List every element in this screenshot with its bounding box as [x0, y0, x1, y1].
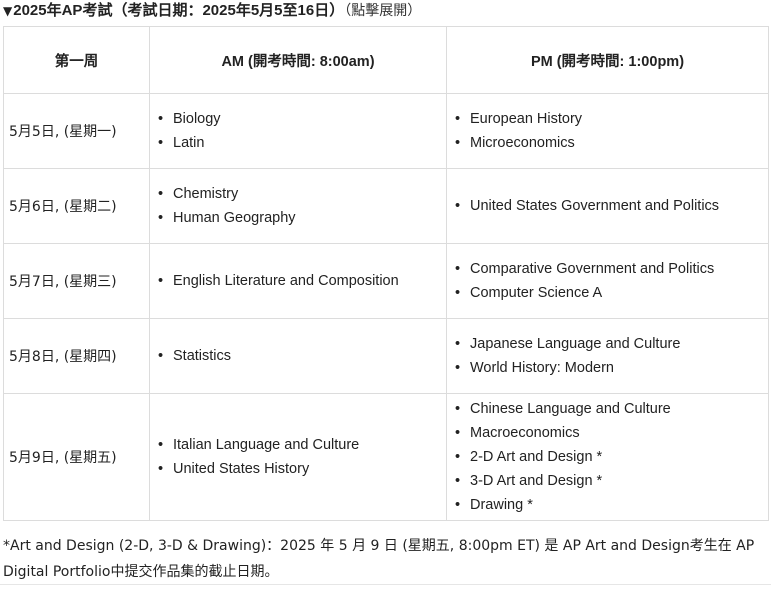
summary-expand-hint: （點擊展開） [344, 3, 422, 19]
art-design-footnote: *Art and Design (2-D, 3-D & Drawing)：202… [3, 538, 755, 580]
exam-item: English Literature and Composition [154, 269, 446, 293]
exam-item: Human Geography [154, 206, 446, 230]
exam-item: Microeconomics [451, 131, 768, 155]
pm-cell: Comparative Government and Politics Comp… [446, 243, 769, 319]
table-row: 5月5日, (星期一) Biology Latin European Histo… [3, 93, 769, 169]
exam-item: Biology [154, 107, 446, 131]
day-cell: 5月5日, (星期一) [3, 93, 150, 169]
exam-item: Chinese Language and Culture [451, 397, 768, 421]
am-cell: Biology Latin [149, 93, 447, 169]
exam-item: Chemistry [154, 182, 446, 206]
header-week: 第一周 [3, 26, 150, 94]
expand-triangle-icon: ▼ [3, 4, 13, 18]
exam-item: 2-D Art and Design * [451, 445, 768, 469]
exam-item: Statistics [154, 344, 446, 368]
table-header-row: 第一周 AM (開考時間: 8:00am) PM (開考時間: 1:00pm) [3, 26, 769, 94]
day-cell: 5月9日, (星期五) [3, 393, 150, 521]
table-row: 5月7日, (星期三) English Literature and Compo… [3, 243, 769, 319]
bottom-divider [0, 584, 771, 585]
exam-item: World History: Modern [451, 356, 768, 380]
exam-item: European History [451, 107, 768, 131]
exam-item: 3-D Art and Design * [451, 469, 768, 493]
exam-schedule-table: 第一周 AM (開考時間: 8:00am) PM (開考時間: 1:00pm) … [3, 26, 769, 521]
table-row: 5月6日, (星期二) Chemistry Human Geography Un… [3, 168, 769, 244]
summary-title: 2025年AP考試 [13, 2, 113, 19]
exam-item: Italian Language and Culture [154, 433, 446, 457]
pm-cell: United States Government and Politics [446, 168, 769, 244]
exam-item: Drawing * [451, 493, 768, 517]
day-cell: 5月7日, (星期三) [3, 243, 150, 319]
exam-item: Comparative Government and Politics [451, 257, 768, 281]
am-cell: Statistics [149, 318, 447, 394]
exam-item: Macroeconomics [451, 421, 768, 445]
header-am: AM (開考時間: 8:00am) [149, 26, 447, 94]
exam-item: Latin [154, 131, 446, 155]
pm-cell: Chinese Language and Culture Macroeconom… [446, 393, 769, 521]
day-cell: 5月6日, (星期二) [3, 168, 150, 244]
exam-item: Japanese Language and Culture [451, 332, 768, 356]
exam-item: United States Government and Politics [451, 194, 768, 218]
pm-cell: European History Microeconomics [446, 93, 769, 169]
am-cell: Chemistry Human Geography [149, 168, 447, 244]
table-row: 5月8日, (星期四) Statistics Japanese Language… [3, 318, 769, 394]
exam-item: United States History [154, 457, 446, 481]
header-pm: PM (開考時間: 1:00pm) [446, 26, 769, 94]
table-row: 5月9日, (星期五) Italian Language and Culture… [3, 393, 769, 521]
am-cell: English Literature and Composition [149, 243, 447, 319]
summary-date-range: （考試日期：2025年5月5至16日） [112, 2, 345, 19]
pm-cell: Japanese Language and Culture World Hist… [446, 318, 769, 394]
am-cell: Italian Language and Culture United Stat… [149, 393, 447, 521]
exam-item: Computer Science A [451, 281, 768, 305]
day-cell: 5月8日, (星期四) [3, 318, 150, 394]
schedule-summary-toggle[interactable]: ▼2025年AP考試（考試日期：2025年5月5至16日）（點擊展開） [3, 1, 421, 21]
